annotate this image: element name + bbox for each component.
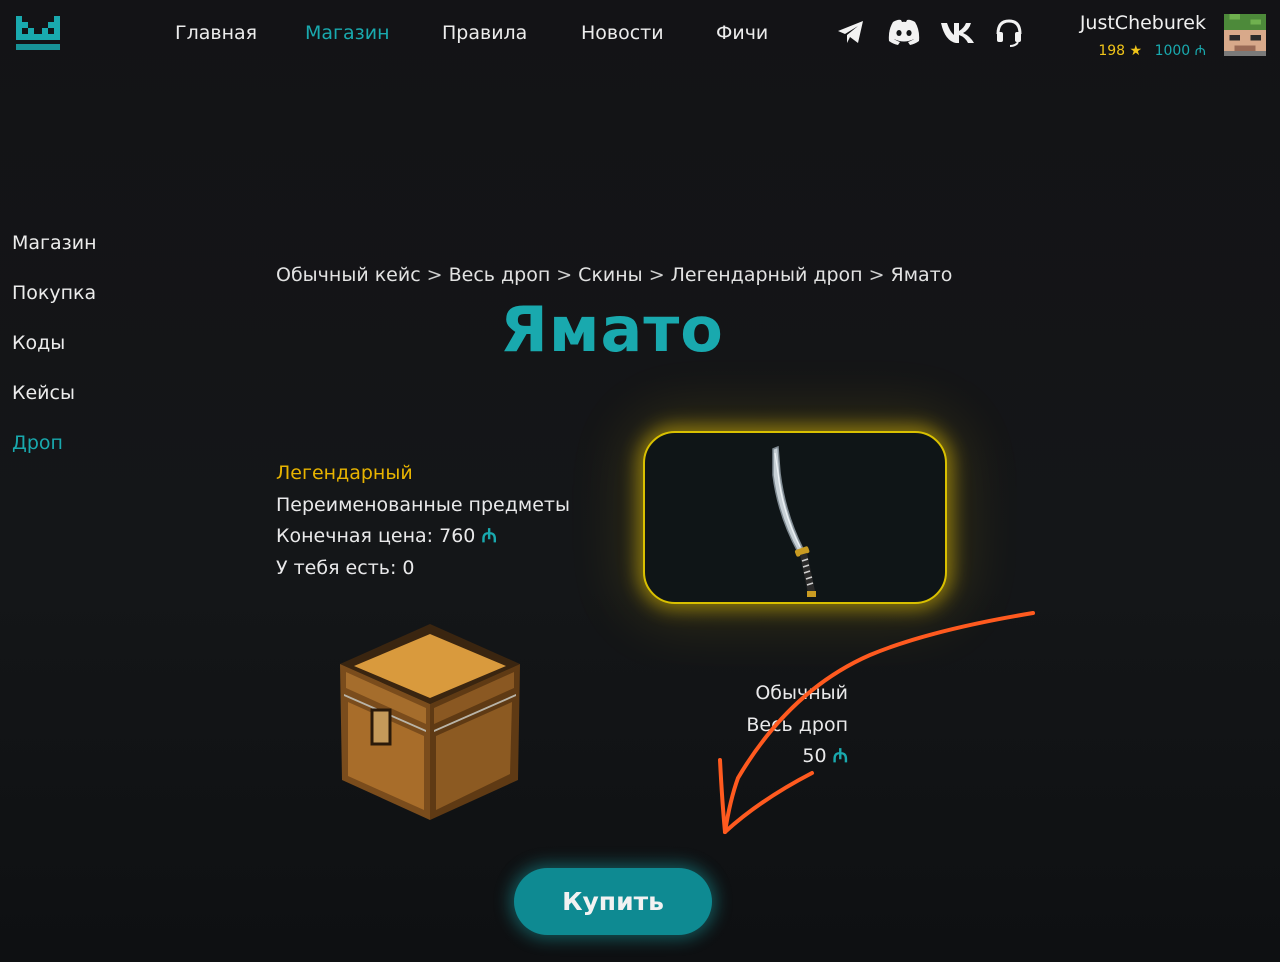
page-title: Ямато (500, 293, 724, 366)
item-rarity: Легендарный (276, 462, 413, 484)
breadcrumb: Обычный кейс > Весь дроп > Скины > Легендарный… (276, 264, 952, 286)
sidebar-item-cases[interactable]: Кейсы (12, 382, 97, 432)
nav-rules[interactable]: Правила (442, 22, 527, 44)
vk-icon[interactable] (940, 16, 976, 48)
breadcrumb-item[interactable]: Скины (578, 264, 643, 286)
coins-count: 1000 ₼ (1154, 43, 1206, 59)
item-card (643, 431, 947, 604)
sidebar-item-drop[interactable]: Дроп (12, 432, 97, 482)
telegram-icon[interactable] (836, 16, 866, 48)
annotation-arrow (718, 611, 1035, 834)
site-logo[interactable] (16, 16, 60, 52)
currency-icon: ₼ (481, 525, 497, 547)
breadcrumb-item[interactable]: Весь дроп (449, 264, 551, 286)
sidebar-item-shop[interactable]: Магазин (12, 232, 97, 282)
breadcrumb-separator: > (556, 264, 573, 286)
breadcrumb-separator: > (868, 264, 885, 286)
item-owned: У тебя есть: 0 (276, 556, 415, 579)
stars-count: 198 ★ (1098, 43, 1143, 59)
nav-home[interactable]: Главная (175, 22, 257, 44)
avatar[interactable] (1224, 14, 1266, 56)
buy-button[interactable]: Купить (514, 868, 712, 935)
breadcrumb-separator: > (648, 264, 665, 286)
nav-features[interactable]: Фичи (716, 22, 768, 44)
katana-image (772, 445, 816, 597)
item-price: Конечная цена: 760 ₼ (276, 525, 497, 547)
discord-icon[interactable] (886, 16, 922, 48)
nav-shop[interactable]: Магазин (305, 22, 390, 44)
breadcrumb-item[interactable]: Обычный кейс (276, 264, 421, 286)
breadcrumb-separator: > (426, 264, 443, 286)
item-info: Легендарный Переименованные предметы Кон… (276, 458, 570, 584)
user-balance: 198 ★ 1000 ₼ (1098, 41, 1206, 60)
nav-news[interactable]: Новости (581, 22, 664, 44)
support-headset-icon[interactable] (994, 16, 1024, 48)
username[interactable]: JustCheburek (1080, 12, 1206, 34)
chest-image (340, 624, 520, 820)
breadcrumb-current: Ямато (890, 264, 953, 286)
item-category: Переименованные предметы (276, 493, 570, 516)
breadcrumb-item[interactable]: Легендарный дроп (671, 264, 863, 286)
